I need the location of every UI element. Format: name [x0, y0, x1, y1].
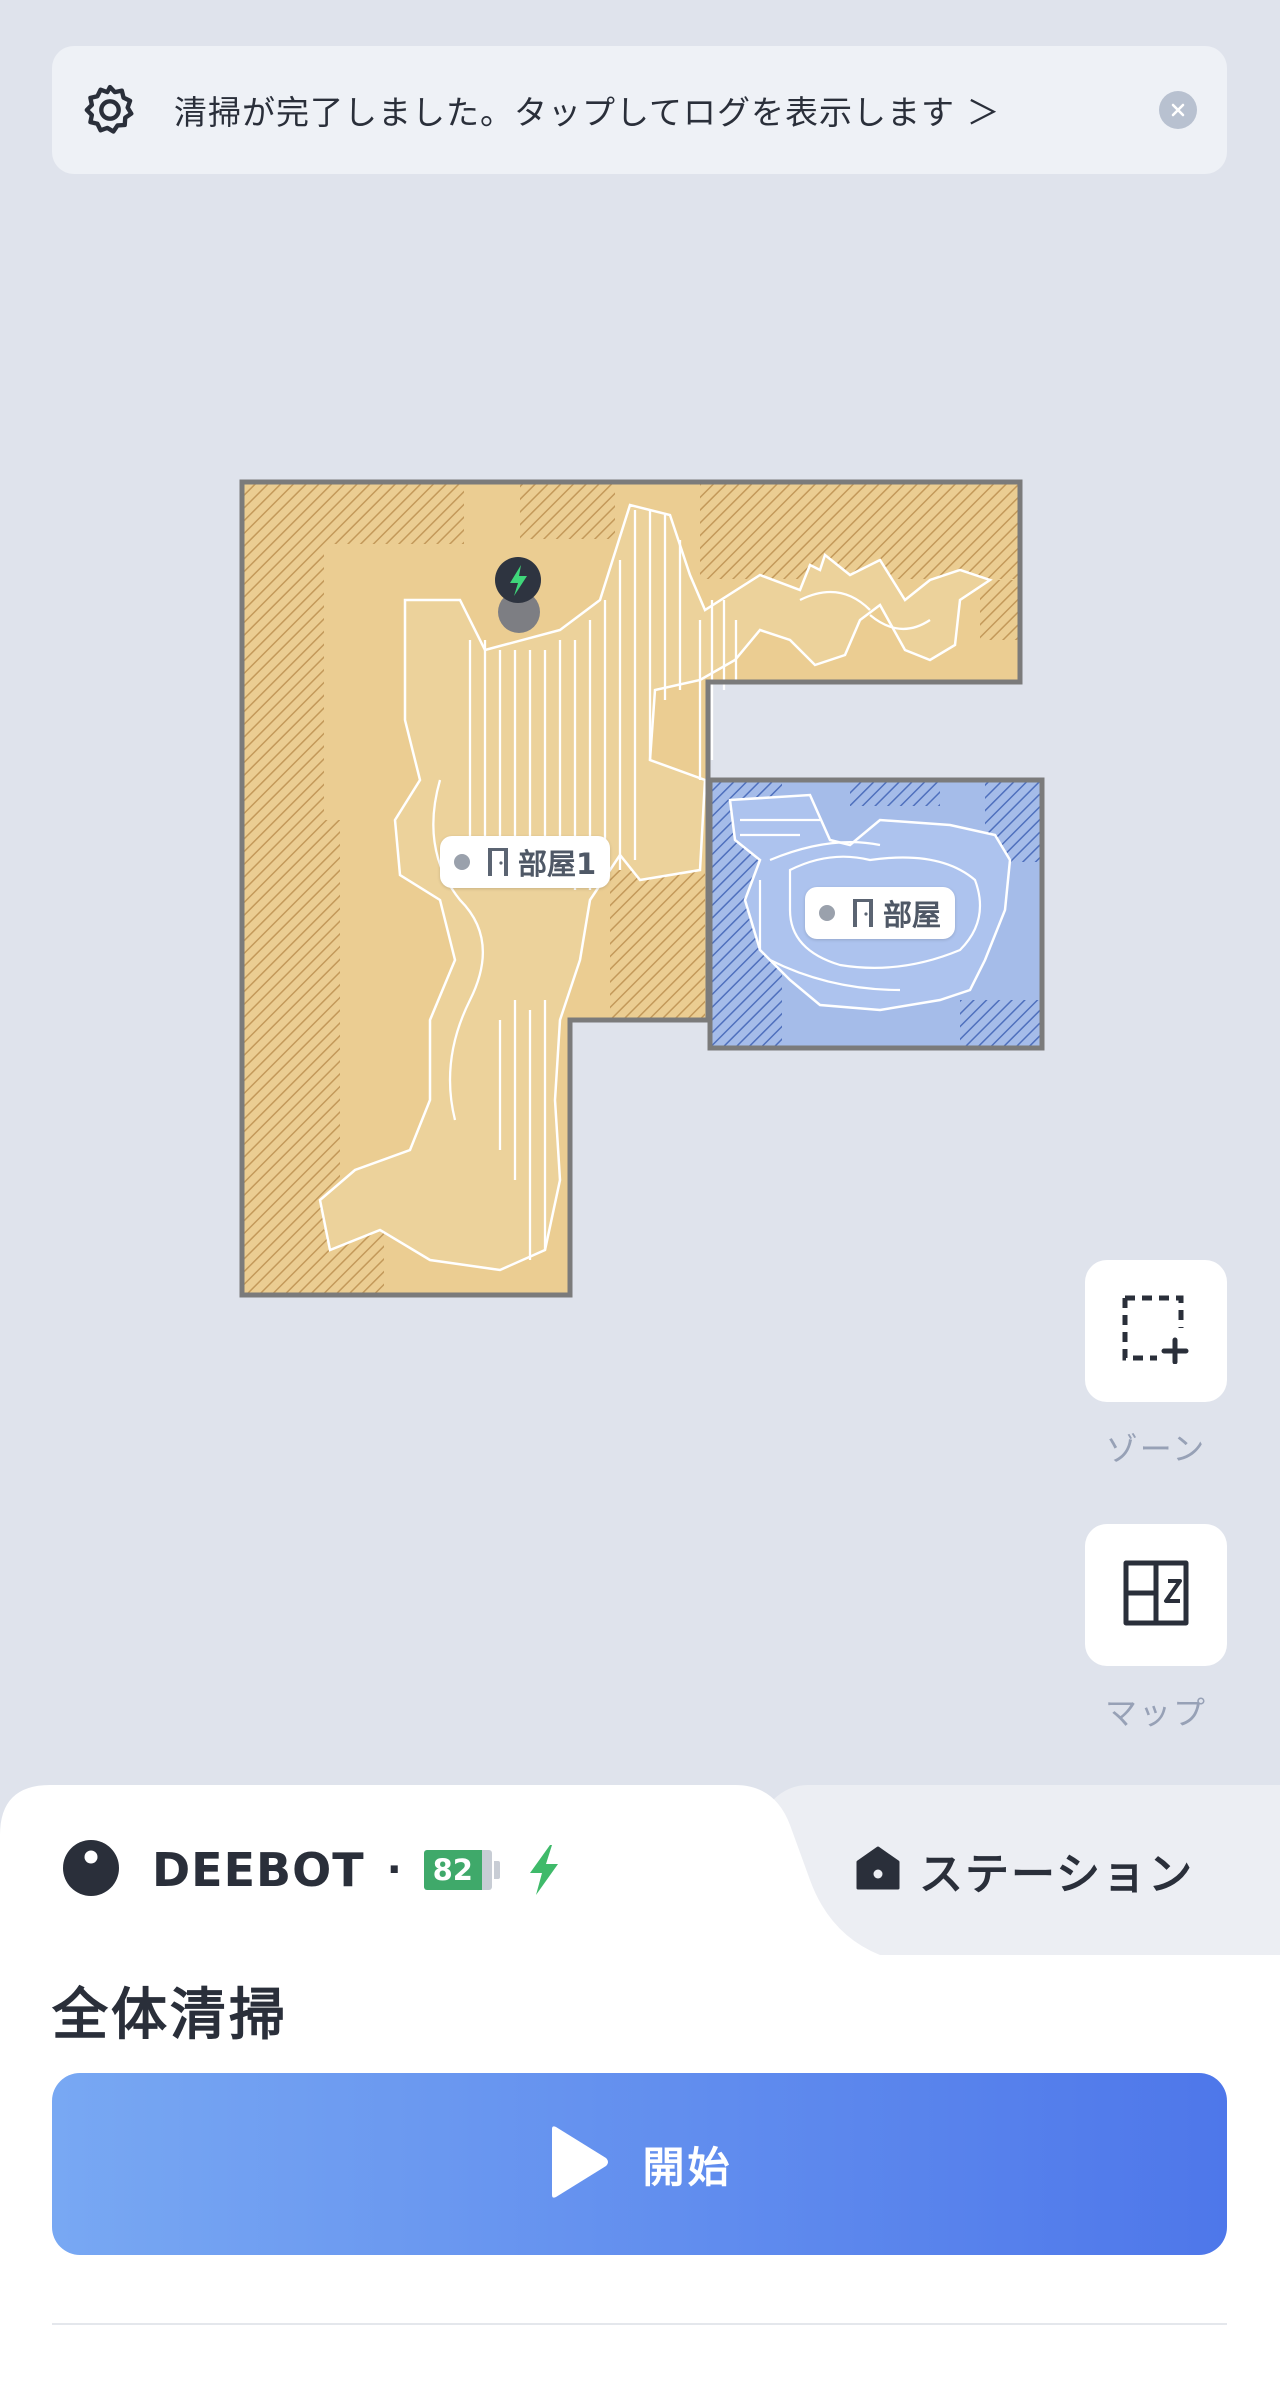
room-label-text: 部屋1	[518, 847, 597, 881]
door-icon	[851, 898, 875, 928]
gear-icon[interactable]	[80, 80, 140, 140]
close-icon[interactable]	[1159, 91, 1197, 129]
map-button[interactable]	[1085, 1524, 1227, 1666]
room-1-area[interactable]	[242, 482, 1020, 1295]
door-icon	[486, 847, 510, 877]
map-edit-icon	[1122, 1559, 1190, 1631]
robot-marker[interactable]	[498, 591, 540, 633]
robot-name: DEEBOT	[152, 1843, 365, 1897]
robot-status[interactable]: DEEBOT · 82	[62, 1840, 562, 1900]
lightning-icon	[526, 1844, 562, 1896]
cleaning-map: 部屋1 部屋	[0, 0, 1280, 1790]
notification-banner[interactable]: 清掃が完了しました。タップしてログを表示します ＞	[52, 46, 1227, 174]
battery-level: 82	[423, 1850, 482, 1890]
room-label-1[interactable]: 部屋1	[440, 836, 611, 888]
cleaning-mode-title[interactable]: 全体清掃	[52, 1970, 288, 2051]
room-label-text: 部屋	[883, 898, 942, 932]
divider	[52, 2323, 1227, 2325]
room-2-area[interactable]	[710, 780, 1042, 1048]
home-icon	[855, 1845, 901, 1895]
start-label: 開始	[642, 2142, 733, 2192]
banner-message[interactable]: 清掃が完了しました。タップしてログを表示します ＞	[174, 86, 1159, 134]
map-canvas	[239, 479, 1045, 1298]
zone-label[interactable]: ゾーン	[1085, 1424, 1227, 1470]
room-dot-icon	[819, 905, 835, 921]
play-icon	[546, 2125, 610, 2203]
map-label[interactable]: マップ	[1085, 1688, 1227, 1734]
station-label: ステーション	[919, 1849, 1195, 1900]
zone-add-icon	[1121, 1294, 1191, 1368]
station-tab[interactable]: ステーション	[855, 1840, 1194, 1900]
start-button[interactable]: 開始	[52, 2073, 1227, 2255]
separator: ·	[386, 1847, 402, 1893]
charging-dock-icon	[495, 557, 541, 603]
zone-button[interactable]	[1085, 1260, 1227, 1402]
room-dot-icon	[454, 854, 470, 870]
room-label-2[interactable]: 部屋	[805, 887, 956, 939]
battery-indicator: 82	[423, 1850, 500, 1890]
robot-icon	[62, 1839, 120, 1901]
